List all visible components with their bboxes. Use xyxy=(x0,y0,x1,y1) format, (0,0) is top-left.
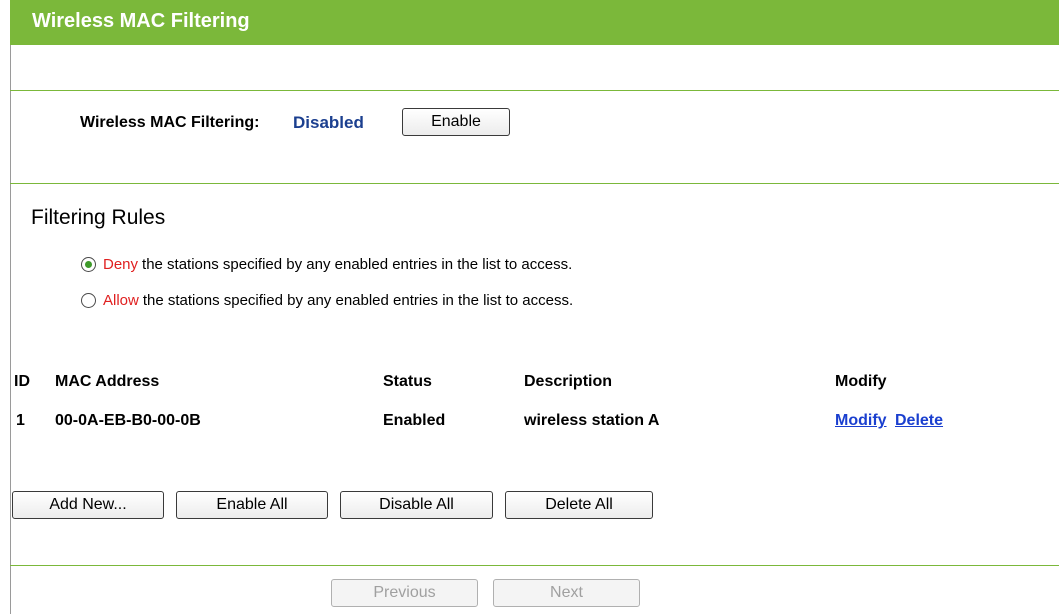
deny-keyword: Deny xyxy=(103,255,139,273)
allow-text: the stations specified by any enabled en… xyxy=(142,291,574,309)
radio-deny[interactable] xyxy=(81,256,96,272)
row-id: 1 xyxy=(16,412,25,429)
column-header-description: Description xyxy=(524,373,613,390)
enable-all-button[interactable]: Enable All xyxy=(176,491,328,519)
column-header-modify: Modify xyxy=(835,373,887,390)
deny-text: the stations specified by any enabled en… xyxy=(142,255,573,273)
title-bar: Wireless MAC Filtering xyxy=(10,0,1059,45)
mac-filtering-label: Wireless MAC Filtering: xyxy=(80,114,260,131)
divider xyxy=(10,90,1059,91)
divider xyxy=(10,565,1059,566)
delete-link[interactable]: Delete xyxy=(895,412,943,430)
previous-button[interactable]: Previous xyxy=(331,579,478,607)
next-button[interactable]: Next xyxy=(493,579,640,607)
page-title: Wireless MAC Filtering xyxy=(32,10,250,32)
rule-option-allow[interactable]: Allow the stations specified by any enab… xyxy=(81,289,573,311)
delete-all-button[interactable]: Delete All xyxy=(505,491,653,519)
column-header-mac: MAC Address xyxy=(55,373,160,390)
row-description: wireless station A xyxy=(524,412,660,429)
row-status: Enabled xyxy=(383,412,446,429)
filtering-rules-title: Filtering Rules xyxy=(31,206,166,229)
radio-allow[interactable] xyxy=(81,292,96,308)
divider xyxy=(10,183,1059,184)
rule-option-deny[interactable]: Deny the stations specified by any enabl… xyxy=(81,253,572,275)
modify-link[interactable]: Modify xyxy=(835,412,887,430)
column-header-status: Status xyxy=(383,373,432,390)
allow-keyword: Allow xyxy=(103,291,139,309)
add-new-button[interactable]: Add New... xyxy=(12,491,164,519)
enable-button[interactable]: Enable xyxy=(402,108,510,136)
column-header-id: ID xyxy=(14,373,30,390)
row-mac: 00-0A-EB-B0-00-0B xyxy=(55,412,201,429)
mac-filtering-status: Disabled xyxy=(293,113,364,132)
disable-all-button[interactable]: Disable All xyxy=(340,491,493,519)
